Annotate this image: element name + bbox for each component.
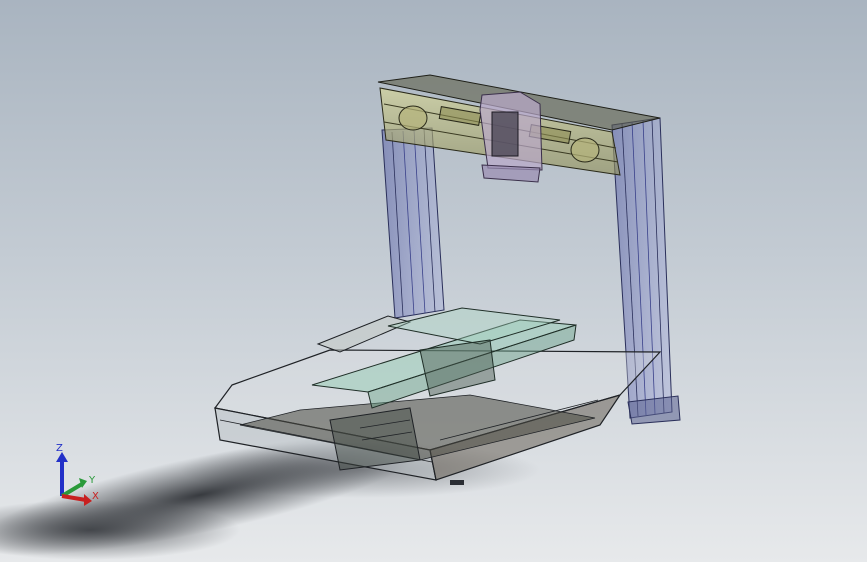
model-render[interactable] bbox=[0, 0, 867, 562]
x-axis-label: X bbox=[92, 491, 99, 502]
left-column[interactable] bbox=[381, 127, 445, 319]
graphics-viewport[interactable]: Z Y X bbox=[0, 0, 867, 562]
z-axis-label: Z bbox=[56, 443, 63, 454]
y-axis-label: Y bbox=[89, 475, 96, 486]
y-axis-arrow bbox=[60, 482, 84, 498]
z-carriage[interactable] bbox=[479, 91, 543, 183]
x-axis-arrow bbox=[61, 494, 87, 502]
coordinate-triad: Z Y X bbox=[46, 440, 106, 510]
